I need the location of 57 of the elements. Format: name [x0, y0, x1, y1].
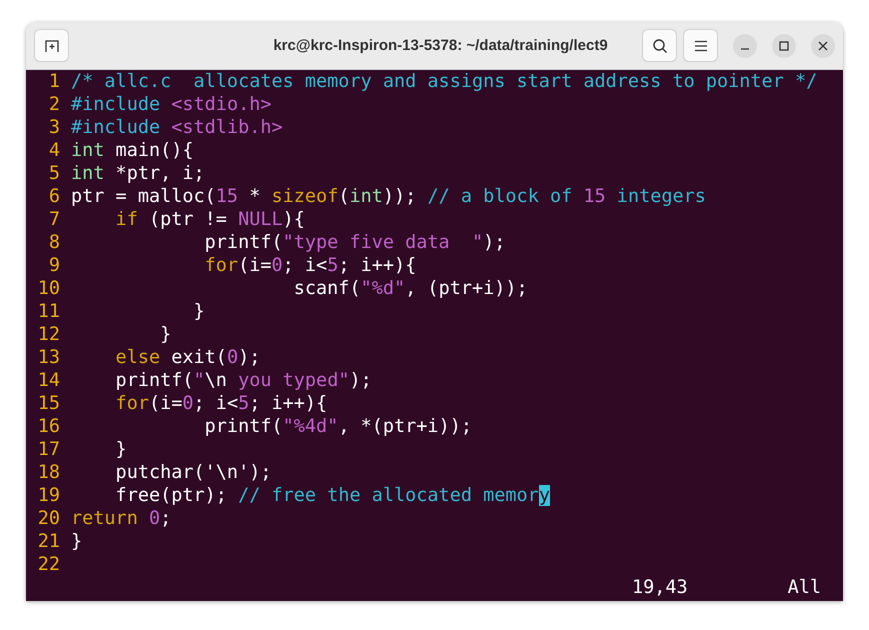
minimize-icon — [740, 48, 750, 50]
menu-icon — [694, 40, 708, 52]
code-line: /* allc.c allocates memory and assigns start address to pointer */ — [71, 70, 818, 93]
code-line: putchar('\n'); — [114, 461, 272, 484]
code-line: int main(){ — [71, 139, 194, 162]
code-line: } — [114, 438, 127, 461]
line-number: 1 — [48, 70, 60, 93]
line-number: 17 — [36, 438, 60, 461]
cursor-position: 19,43 — [632, 576, 688, 599]
line-number: 9 — [48, 254, 60, 277]
line-number: 10 — [36, 277, 60, 300]
code-line: return 0; — [71, 507, 172, 530]
code-line: else exit(0); — [114, 346, 260, 369]
line-number: 12 — [36, 323, 60, 346]
line-number: 11 — [36, 300, 60, 323]
code-line: printf("\n you typed"); — [114, 369, 372, 392]
maximize-icon — [779, 40, 789, 50]
line-number: 22 — [36, 553, 60, 576]
line-number: 16 — [36, 415, 60, 438]
close-button[interactable] — [811, 34, 835, 58]
search-button[interactable] — [642, 29, 677, 62]
code-line: scanf("%d", (ptr+i)); — [292, 277, 528, 300]
close-icon — [818, 40, 828, 50]
line-number: 8 — [48, 231, 60, 254]
line-number: 20 — [36, 507, 60, 530]
new-tab-icon — [44, 38, 60, 54]
menu-button[interactable] — [683, 29, 718, 62]
line-number: 7 — [48, 208, 60, 231]
line-number: 19 — [36, 484, 60, 507]
line-number: 15 — [36, 392, 60, 415]
window-title: krc@krc-Inspiron-13-5378: ~/data/training/lect9 — [272, 37, 609, 54]
line-number: 14 — [36, 369, 60, 392]
line-number: 2 — [48, 93, 60, 116]
code-line: int *ptr, i; — [71, 162, 205, 185]
code-line: } — [159, 323, 172, 346]
line-number: 5 — [48, 162, 60, 185]
code-line: #include <stdlib.h> — [71, 116, 283, 139]
code-line: ptr = malloc(15 * sizeof(int)); // a block of 15 integers — [71, 185, 706, 208]
code-line: if (ptr != NULL){ — [114, 208, 305, 231]
code-line: } — [71, 530, 82, 553]
scroll-indicator: All — [788, 576, 821, 599]
line-number: 6 — [48, 185, 60, 208]
line-number: 21 — [36, 530, 60, 553]
code-line: #include <stdio.h> — [71, 93, 272, 116]
code-line: printf("type five data "); — [204, 231, 506, 254]
code-line: for(i=0; i<5; i++){ — [114, 392, 328, 415]
line-number: 3 — [48, 116, 60, 139]
code-line: free(ptr); // free the allocated memory — [114, 484, 550, 507]
line-number: 13 — [36, 346, 60, 369]
new-tab-button[interactable] — [34, 29, 69, 62]
line-number: 4 — [48, 139, 60, 162]
code-line: } — [192, 300, 205, 323]
code-line: for(i=0; i<5; i++){ — [204, 254, 416, 277]
code-line: printf("%4d", *(ptr+i)); — [204, 415, 472, 438]
search-icon — [652, 38, 668, 54]
line-number: 18 — [36, 461, 60, 484]
maximize-button[interactable] — [772, 34, 796, 58]
